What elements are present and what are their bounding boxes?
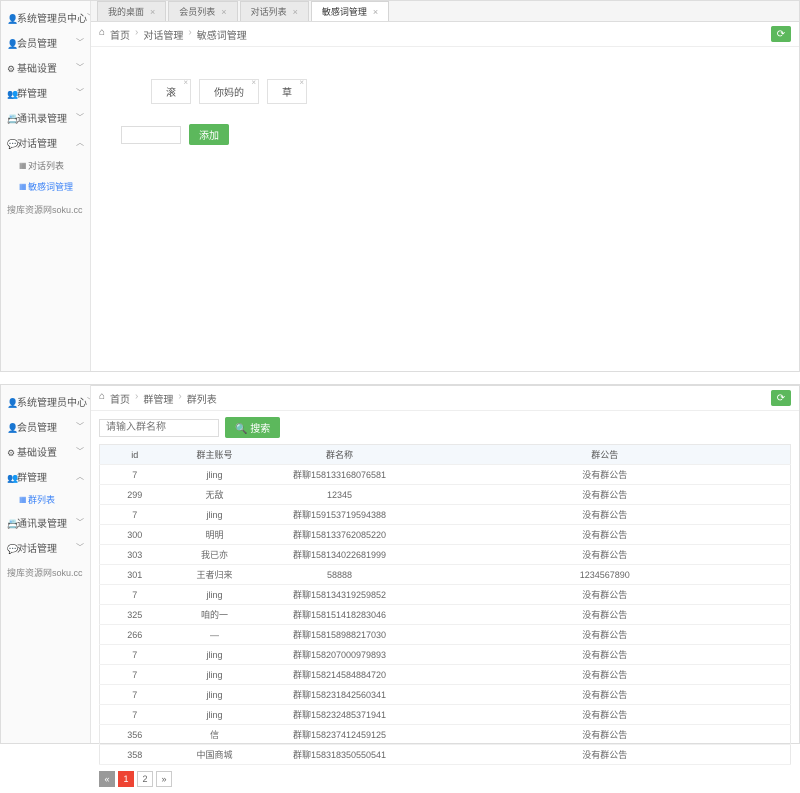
- search-button[interactable]: 🔍 搜索: [225, 417, 280, 438]
- table-header: 群公告: [420, 445, 791, 465]
- tab[interactable]: 我的桌面×: [97, 1, 166, 21]
- table-row[interactable]: 299无敌12345没有群公告: [100, 485, 791, 505]
- page-link[interactable]: 1: [118, 771, 134, 787]
- page-link[interactable]: »: [156, 771, 172, 787]
- table-row[interactable]: 356信群聊158237412459125没有群公告: [100, 725, 791, 745]
- sidebar-item[interactable]: 👥群管理﹀: [1, 80, 90, 105]
- table-row[interactable]: 301王者归来588881234567890: [100, 565, 791, 585]
- table-row[interactable]: 7jling群聊158133168076581没有群公告: [100, 465, 791, 485]
- remove-icon[interactable]: ×: [183, 78, 188, 87]
- chevron-down-icon: ﹀: [76, 446, 84, 457]
- sidebar-item[interactable]: 💬对话管理﹀: [1, 535, 90, 560]
- sidebar-subitem[interactable]: ▦敏感词管理: [1, 176, 90, 197]
- tab[interactable]: 会员列表×: [168, 1, 237, 21]
- home-icon: ⌂: [99, 391, 105, 406]
- sidebar-subitem[interactable]: ▦对话列表: [1, 155, 90, 176]
- tab-bar: 我的桌面×会员列表×对话列表×敏感词管理×: [91, 1, 799, 22]
- word-pill: 滚×: [151, 79, 191, 104]
- sidebar-footer: 搜库资源网soku.cc: [1, 197, 90, 222]
- sidebar-item[interactable]: 💬对话管理︿: [1, 130, 90, 155]
- table-row[interactable]: 303我已亦群聊158134022681999没有群公告: [100, 545, 791, 565]
- chevron-up-icon: ︿: [76, 471, 84, 482]
- tab[interactable]: 敏感词管理×: [311, 1, 389, 21]
- sidebar-item[interactable]: ⚙基础设置﹀: [1, 55, 90, 80]
- sidebar-subitem[interactable]: ▦群列表: [1, 489, 90, 510]
- group-table: id群主账号群名称群公告 7jling群聊158133168076581没有群公…: [99, 444, 791, 765]
- sidebar-item[interactable]: ⚙基础设置﹀: [1, 439, 90, 464]
- close-icon[interactable]: ×: [373, 7, 378, 17]
- tab[interactable]: 对话列表×: [240, 1, 309, 21]
- table-row[interactable]: 266—群聊158158988217030没有群公告: [100, 625, 791, 645]
- word-pill: 你妈的×: [199, 79, 259, 104]
- remove-icon[interactable]: ×: [251, 78, 256, 87]
- close-icon[interactable]: ×: [293, 7, 298, 17]
- table-row[interactable]: 300明明群聊158133762085220没有群公告: [100, 525, 791, 545]
- refresh-button[interactable]: ⟳: [771, 26, 791, 42]
- table-row[interactable]: 7jling群聊158232485371941没有群公告: [100, 705, 791, 725]
- page-link[interactable]: 2: [137, 771, 153, 787]
- sidebar-header[interactable]: 👤系统管理员中心 ﹀: [1, 5, 90, 30]
- table-row[interactable]: 7jling群聊158207000979893没有群公告: [100, 645, 791, 665]
- chevron-up-icon: ︿: [76, 137, 84, 148]
- sidebar-item[interactable]: 👤会员管理﹀: [1, 30, 90, 55]
- sidebar-item[interactable]: 👥群管理︿: [1, 464, 90, 489]
- pagination: «12»: [91, 765, 799, 793]
- search-input[interactable]: [99, 419, 219, 437]
- sensitive-word-list: 滚× 你妈的× 草×: [91, 47, 799, 104]
- chevron-down-icon: ﹀: [76, 542, 84, 553]
- table-row[interactable]: 325咱的一群聊158151418283046没有群公告: [100, 605, 791, 625]
- sidebar-item[interactable]: 📇通讯录管理﹀: [1, 105, 90, 130]
- remove-icon[interactable]: ×: [299, 78, 304, 87]
- chevron-down-icon: ﹀: [76, 421, 84, 432]
- breadcrumb: ⌂ 首页› 对话管理› 敏感词管理: [99, 27, 247, 42]
- chevron-down-icon: ﹀: [76, 517, 84, 528]
- table-row[interactable]: 7jling群聊159153719594388没有群公告: [100, 505, 791, 525]
- word-pill: 草×: [267, 79, 307, 104]
- table-row[interactable]: 7jling群聊158134319259852没有群公告: [100, 585, 791, 605]
- chevron-down-icon: ﹀: [76, 112, 84, 123]
- table-header: 群名称: [260, 445, 420, 465]
- table-row[interactable]: 358中国商城群聊158318350550541没有群公告: [100, 745, 791, 765]
- chevron-down-icon: ﹀: [76, 62, 84, 73]
- sidebar-footer: 搜库资源网soku.cc: [1, 560, 90, 585]
- add-button[interactable]: 添加: [189, 124, 229, 145]
- close-icon[interactable]: ×: [221, 7, 226, 17]
- sidebar-item[interactable]: 📇通讯录管理﹀: [1, 510, 90, 535]
- sidebar-header[interactable]: 👤系统管理员中心 ﹀: [1, 389, 90, 414]
- breadcrumb: ⌂ 首页› 群管理› 群列表: [99, 391, 217, 406]
- table-header: id: [100, 445, 170, 465]
- refresh-button[interactable]: ⟳: [771, 390, 791, 406]
- sidebar: 👤系统管理员中心 ﹀ 👤会员管理﹀⚙基础设置﹀👥群管理﹀📇通讯录管理﹀💬对话管理…: [1, 1, 91, 371]
- add-word-input[interactable]: [121, 126, 181, 144]
- home-icon: ⌂: [99, 27, 105, 42]
- sidebar: 👤系统管理员中心 ﹀ 👤会员管理﹀⚙基础设置﹀👥群管理︿▦群列表📇通讯录管理﹀💬…: [1, 385, 91, 743]
- close-icon[interactable]: ×: [150, 7, 155, 17]
- page-link[interactable]: «: [99, 771, 115, 787]
- table-header: 群主账号: [170, 445, 260, 465]
- chevron-down-icon: ﹀: [76, 87, 84, 98]
- table-row[interactable]: 7jling群聊158231842560341没有群公告: [100, 685, 791, 705]
- sidebar-item[interactable]: 👤会员管理﹀: [1, 414, 90, 439]
- chevron-down-icon: ﹀: [76, 37, 84, 48]
- table-row[interactable]: 7jling群聊158214584884720没有群公告: [100, 665, 791, 685]
